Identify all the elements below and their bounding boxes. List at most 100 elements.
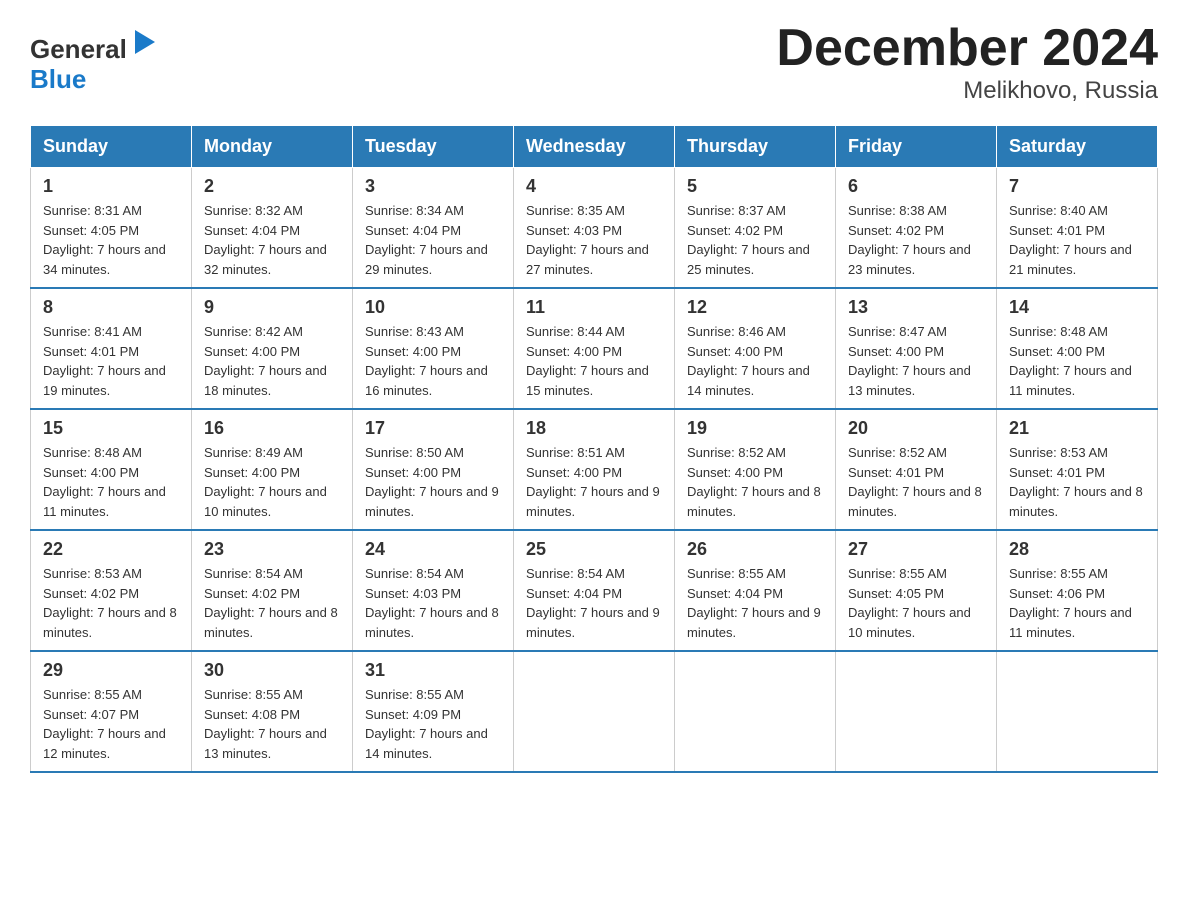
- day-info: Sunrise: 8:42 AMSunset: 4:00 PMDaylight:…: [204, 322, 340, 400]
- day-number: 14: [1009, 297, 1145, 318]
- day-number: 4: [526, 176, 662, 197]
- day-info: Sunrise: 8:55 AMSunset: 4:04 PMDaylight:…: [687, 564, 823, 642]
- calendar-day-cell: 28 Sunrise: 8:55 AMSunset: 4:06 PMDayligh…: [997, 530, 1158, 651]
- page-title: December 2024: [776, 20, 1158, 77]
- day-info: Sunrise: 8:47 AMSunset: 4:00 PMDaylight:…: [848, 322, 984, 400]
- calendar-body: 1Sunrise: 8:31 AMSunset: 4:05 PMDaylight…: [31, 168, 1158, 773]
- calendar-week-row: 22 Sunrise: 8:53 AMSunset: 4:02 PMDayligh…: [31, 530, 1158, 651]
- day-info: Sunrise: 8:40 AMSunset: 4:01 PMDaylight:…: [1009, 201, 1145, 279]
- day-number: 25: [526, 539, 662, 560]
- calendar-day-cell: 1Sunrise: 8:31 AMSunset: 4:05 PMDaylight…: [31, 168, 192, 289]
- calendar-table: SundayMondayTuesdayWednesdayThursdayFrid…: [30, 125, 1158, 773]
- day-info: Sunrise: 8:55 AMSunset: 4:08 PMDaylight:…: [204, 685, 340, 763]
- day-number: 28: [1009, 539, 1145, 560]
- day-info: Sunrise: 8:51 AMSunset: 4:00 PMDaylight:…: [526, 443, 662, 521]
- calendar-day-cell: 15Sunrise: 8:48 AMSunset: 4:00 PMDayligh…: [31, 409, 192, 530]
- page-header: General Blue December 2024 Melikhovo, Ru…: [30, 20, 1158, 105]
- calendar-day-cell: [675, 651, 836, 772]
- calendar-day-cell: [514, 651, 675, 772]
- calendar-day-cell: 12Sunrise: 8:46 AMSunset: 4:00 PMDayligh…: [675, 288, 836, 409]
- calendar-day-cell: 21Sunrise: 8:53 AMSunset: 4:01 PMDayligh…: [997, 409, 1158, 530]
- calendar-day-cell: 5Sunrise: 8:37 AMSunset: 4:02 PMDaylight…: [675, 168, 836, 289]
- day-info: Sunrise: 8:43 AMSunset: 4:00 PMDaylight:…: [365, 322, 501, 400]
- day-number: 13: [848, 297, 984, 318]
- calendar-day-cell: 20Sunrise: 8:52 AMSunset: 4:01 PMDayligh…: [836, 409, 997, 530]
- calendar-day-cell: 3Sunrise: 8:34 AMSunset: 4:04 PMDaylight…: [353, 168, 514, 289]
- calendar-day-cell: 4Sunrise: 8:35 AMSunset: 4:03 PMDaylight…: [514, 168, 675, 289]
- day-number: 23: [204, 539, 340, 560]
- day-info: Sunrise: 8:54 AMSunset: 4:02 PMDaylight:…: [204, 564, 340, 642]
- day-info: Sunrise: 8:49 AMSunset: 4:00 PMDaylight:…: [204, 443, 340, 521]
- day-number: 19: [687, 418, 823, 439]
- day-number: 7: [1009, 176, 1145, 197]
- day-info: Sunrise: 8:50 AMSunset: 4:00 PMDaylight:…: [365, 443, 501, 521]
- calendar-day-cell: 18Sunrise: 8:51 AMSunset: 4:00 PMDayligh…: [514, 409, 675, 530]
- day-number: 29: [43, 660, 179, 681]
- calendar-week-row: 15Sunrise: 8:48 AMSunset: 4:00 PMDayligh…: [31, 409, 1158, 530]
- day-info: Sunrise: 8:38 AMSunset: 4:02 PMDaylight:…: [848, 201, 984, 279]
- calendar-day-cell: 24 Sunrise: 8:54 AMSunset: 4:03 PMDayligh…: [353, 530, 514, 651]
- day-info: Sunrise: 8:53 AMSunset: 4:01 PMDaylight:…: [1009, 443, 1145, 521]
- calendar-week-row: 1Sunrise: 8:31 AMSunset: 4:05 PMDaylight…: [31, 168, 1158, 289]
- day-number: 31: [365, 660, 501, 681]
- calendar-day-cell: 23 Sunrise: 8:54 AMSunset: 4:02 PMDayligh…: [192, 530, 353, 651]
- day-info: Sunrise: 8:52 AMSunset: 4:01 PMDaylight:…: [848, 443, 984, 521]
- day-info: Sunrise: 8:52 AMSunset: 4:00 PMDaylight:…: [687, 443, 823, 521]
- column-header-thursday: Thursday: [675, 126, 836, 168]
- calendar-day-cell: 7 Sunrise: 8:40 AMSunset: 4:01 PMDaylight…: [997, 168, 1158, 289]
- day-info: Sunrise: 8:55 AMSunset: 4:06 PMDaylight:…: [1009, 564, 1145, 642]
- logo: General Blue: [30, 20, 160, 95]
- day-info: Sunrise: 8:34 AMSunset: 4:04 PMDaylight:…: [365, 201, 501, 279]
- calendar-day-cell: 29Sunrise: 8:55 AMSunset: 4:07 PMDayligh…: [31, 651, 192, 772]
- day-number: 5: [687, 176, 823, 197]
- day-info: Sunrise: 8:48 AMSunset: 4:00 PMDaylight:…: [43, 443, 179, 521]
- day-info: Sunrise: 8:31 AMSunset: 4:05 PMDaylight:…: [43, 201, 179, 279]
- calendar-day-cell: 30 Sunrise: 8:55 AMSunset: 4:08 PMDayligh…: [192, 651, 353, 772]
- calendar-day-cell: 25 Sunrise: 8:54 AMSunset: 4:04 PMDayligh…: [514, 530, 675, 651]
- day-number: 27: [848, 539, 984, 560]
- logo-icon: General Blue: [30, 20, 160, 95]
- calendar-day-cell: 26 Sunrise: 8:55 AMSunset: 4:04 PMDayligh…: [675, 530, 836, 651]
- calendar-day-cell: 2 Sunrise: 8:32 AMSunset: 4:04 PMDaylight…: [192, 168, 353, 289]
- svg-text:General: General: [30, 34, 127, 64]
- column-header-tuesday: Tuesday: [353, 126, 514, 168]
- header-row: SundayMondayTuesdayWednesdayThursdayFrid…: [31, 126, 1158, 168]
- calendar-day-cell: [836, 651, 997, 772]
- day-info: Sunrise: 8:54 AMSunset: 4:04 PMDaylight:…: [526, 564, 662, 642]
- calendar-day-cell: 14 Sunrise: 8:48 AMSunset: 4:00 PMDayligh…: [997, 288, 1158, 409]
- day-number: 22: [43, 539, 179, 560]
- day-info: Sunrise: 8:55 AMSunset: 4:05 PMDaylight:…: [848, 564, 984, 642]
- column-header-sunday: Sunday: [31, 126, 192, 168]
- calendar-day-cell: [997, 651, 1158, 772]
- calendar-day-cell: 22 Sunrise: 8:53 AMSunset: 4:02 PMDayligh…: [31, 530, 192, 651]
- calendar-day-cell: 16 Sunrise: 8:49 AMSunset: 4:00 PMDayligh…: [192, 409, 353, 530]
- calendar-week-row: 29Sunrise: 8:55 AMSunset: 4:07 PMDayligh…: [31, 651, 1158, 772]
- day-number: 17: [365, 418, 501, 439]
- day-number: 24: [365, 539, 501, 560]
- column-header-wednesday: Wednesday: [514, 126, 675, 168]
- calendar-day-cell: 6 Sunrise: 8:38 AMSunset: 4:02 PMDaylight…: [836, 168, 997, 289]
- day-number: 2: [204, 176, 340, 197]
- day-info: Sunrise: 8:48 AMSunset: 4:00 PMDaylight:…: [1009, 322, 1145, 400]
- day-info: Sunrise: 8:54 AMSunset: 4:03 PMDaylight:…: [365, 564, 501, 642]
- day-number: 16: [204, 418, 340, 439]
- day-number: 26: [687, 539, 823, 560]
- day-number: 6: [848, 176, 984, 197]
- column-header-friday: Friday: [836, 126, 997, 168]
- calendar-header: SundayMondayTuesdayWednesdayThursdayFrid…: [31, 126, 1158, 168]
- day-info: Sunrise: 8:41 AMSunset: 4:01 PMDaylight:…: [43, 322, 179, 400]
- day-info: Sunrise: 8:55 AMSunset: 4:09 PMDaylight:…: [365, 685, 501, 763]
- calendar-week-row: 8 Sunrise: 8:41 AMSunset: 4:01 PMDaylight…: [31, 288, 1158, 409]
- day-number: 8: [43, 297, 179, 318]
- calendar-day-cell: 11Sunrise: 8:44 AMSunset: 4:00 PMDayligh…: [514, 288, 675, 409]
- day-number: 9: [204, 297, 340, 318]
- day-number: 30: [204, 660, 340, 681]
- day-info: Sunrise: 8:53 AMSunset: 4:02 PMDaylight:…: [43, 564, 179, 642]
- calendar-day-cell: 13 Sunrise: 8:47 AMSunset: 4:00 PMDayligh…: [836, 288, 997, 409]
- calendar-day-cell: 10Sunrise: 8:43 AMSunset: 4:00 PMDayligh…: [353, 288, 514, 409]
- day-info: Sunrise: 8:32 AMSunset: 4:04 PMDaylight:…: [204, 201, 340, 279]
- page-subtitle: Melikhovo, Russia: [776, 77, 1158, 105]
- calendar-day-cell: 27 Sunrise: 8:55 AMSunset: 4:05 PMDayligh…: [836, 530, 997, 651]
- day-number: 12: [687, 297, 823, 318]
- svg-text:Blue: Blue: [30, 64, 86, 94]
